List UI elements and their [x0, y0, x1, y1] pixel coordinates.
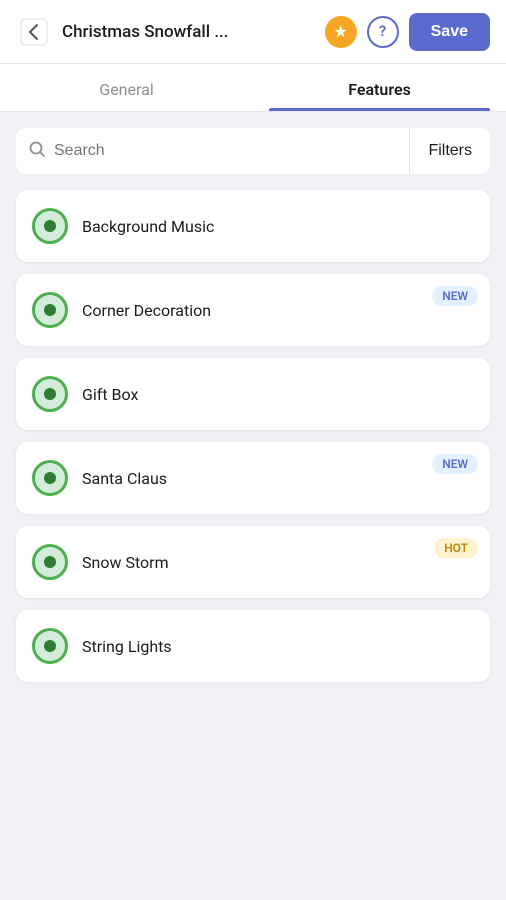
search-input-wrap	[16, 140, 409, 163]
feature-badge-snow-storm: HOT	[434, 538, 478, 558]
search-icon	[28, 140, 46, 163]
help-button[interactable]: ?	[367, 16, 399, 48]
save-button[interactable]: Save	[409, 13, 490, 51]
feature-item-corner-decoration[interactable]: Corner Decoration NEW	[16, 274, 490, 346]
feature-name-corner-decoration: Corner Decoration	[82, 301, 211, 320]
feature-item-string-lights[interactable]: String Lights	[16, 610, 490, 682]
page-title: Christmas Snowfall ...	[62, 22, 315, 42]
feature-name-snow-storm: Snow Storm	[82, 553, 169, 572]
search-bar: Filters	[16, 128, 490, 174]
feature-indicator-santa-claus	[32, 460, 68, 496]
enabled-dot	[44, 556, 56, 568]
enabled-dot	[44, 472, 56, 484]
search-input[interactable]	[54, 142, 397, 160]
feature-name-santa-claus: Santa Claus	[82, 469, 167, 488]
feature-list: Background Music Corner Decoration NEW Gift…	[0, 182, 506, 698]
feature-badge-santa-claus: NEW	[432, 454, 478, 474]
enabled-dot	[44, 220, 56, 232]
feature-name-gift-box: Gift Box	[82, 385, 138, 404]
help-icon: ?	[379, 24, 386, 39]
back-icon	[20, 18, 48, 46]
search-container: Filters	[0, 112, 506, 182]
feature-item-background-music[interactable]: Background Music	[16, 190, 490, 262]
feature-item-santa-claus[interactable]: Santa Claus NEW	[16, 442, 490, 514]
feature-name-string-lights: String Lights	[82, 637, 172, 656]
feature-item-snow-storm[interactable]: Snow Storm HOT	[16, 526, 490, 598]
feature-badge-corner-decoration: NEW	[432, 286, 478, 306]
filters-button[interactable]: Filters	[409, 128, 490, 174]
feature-item-gift-box[interactable]: Gift Box	[16, 358, 490, 430]
tab-features[interactable]: Features	[253, 64, 506, 111]
tab-general[interactable]: General	[0, 64, 253, 111]
feature-indicator-snow-storm	[32, 544, 68, 580]
header: Christmas Snowfall ... ★ ? Save	[0, 0, 506, 64]
feature-name-background-music: Background Music	[82, 217, 214, 236]
feature-indicator-string-lights	[32, 628, 68, 664]
feature-indicator-gift-box	[32, 376, 68, 412]
back-button[interactable]	[16, 14, 52, 50]
star-button[interactable]: ★	[325, 16, 357, 48]
enabled-dot	[44, 640, 56, 652]
star-icon: ★	[333, 24, 347, 40]
enabled-dot	[44, 388, 56, 400]
enabled-dot	[44, 304, 56, 316]
tab-bar: General Features	[0, 64, 506, 112]
feature-indicator-background-music	[32, 208, 68, 244]
feature-indicator-corner-decoration	[32, 292, 68, 328]
